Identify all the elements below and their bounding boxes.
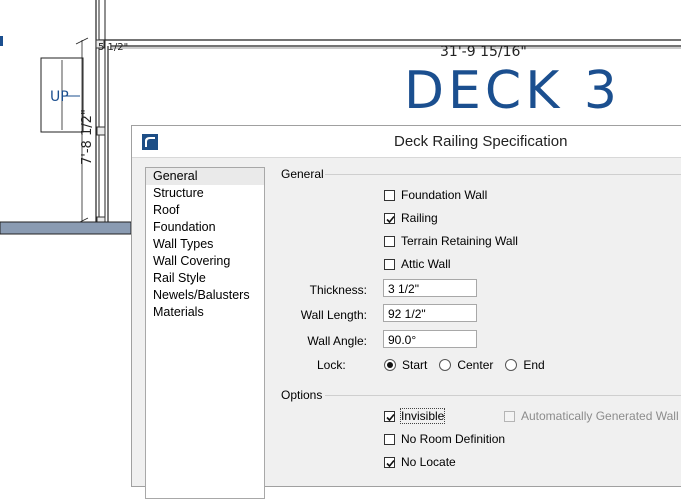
app-logo-icon (142, 134, 158, 150)
wall-angle-label: Wall Angle: (307, 334, 367, 348)
sidebar-item-general[interactable]: General (146, 168, 264, 185)
dialog-title: Deck Railing Specification (394, 133, 568, 150)
no-room-definition-label: No Room Definition (401, 432, 506, 446)
no-locate-checkbox[interactable] (384, 456, 395, 468)
invisible-checkbox-row[interactable]: Invisible (384, 408, 446, 424)
small-dimension-text: 5 1/2" (98, 42, 128, 53)
wall-length-label: Wall Length: (300, 308, 367, 322)
dialog-title-bar[interactable]: Deck Railing Specification (132, 126, 681, 158)
attic-wall-checkbox[interactable] (384, 258, 395, 270)
checkmark-icon (386, 413, 395, 421)
lock-start-label: Start (402, 358, 428, 372)
floor-band (0, 221, 132, 235)
foundation-wall-checkbox-row[interactable]: Foundation Wall (384, 187, 487, 203)
checkmark-icon (386, 215, 395, 223)
options-group-label: Options (281, 388, 323, 402)
general-group-divider (325, 174, 681, 175)
wall-angle-input[interactable]: 90.0° (383, 330, 477, 348)
category-list[interactable]: General Structure Roof Foundation Wall Types… (145, 167, 265, 499)
sidebar-item-materials[interactable]: Materials (146, 304, 264, 321)
no-room-definition-checkbox-row[interactable]: No Room Definition (384, 431, 505, 447)
vertical-dimension-text: 7'-8 1/2" (80, 109, 95, 165)
wall-handle-middle[interactable] (96, 126, 106, 136)
top-dimension-text: 31'-9 15/16" (440, 44, 527, 60)
blue-mark (0, 36, 3, 46)
sidebar-item-roof[interactable]: Roof (146, 202, 264, 219)
lock-center-label: Center (457, 358, 494, 372)
options-group-divider (325, 395, 681, 396)
lock-label: Lock: (317, 358, 346, 372)
no-room-definition-checkbox[interactable] (384, 433, 395, 445)
thickness-input[interactable]: 3 1/2" (383, 279, 477, 297)
deck-railing-dialog: Deck Railing Specification General Struct… (131, 125, 681, 499)
railing-label: Railing (401, 211, 438, 225)
sidebar-item-newels-balusters[interactable]: Newels/Balusters (146, 287, 264, 304)
attic-wall-checkbox-row[interactable]: Attic Wall (384, 256, 451, 272)
lock-center-radio[interactable] (439, 359, 452, 371)
auto-generated-wall-checkbox (504, 410, 515, 422)
attic-wall-label: Attic Wall (401, 257, 451, 271)
lock-start-radio[interactable] (384, 359, 396, 371)
no-locate-checkbox-row[interactable]: No Locate (384, 454, 456, 470)
wall-length-input[interactable]: 92 1/2" (383, 304, 477, 322)
general-group-label: General (281, 167, 324, 181)
auto-generated-wall-label: Automatically Generated Wall (521, 409, 679, 423)
sidebar-item-foundation[interactable]: Foundation (146, 219, 264, 236)
lock-radio-group: Start Center End (384, 357, 557, 373)
invisible-checkbox[interactable] (384, 410, 395, 422)
auto-generated-wall-checkbox-row: Automatically Generated Wall (504, 408, 679, 424)
checkmark-icon (386, 459, 395, 467)
terrain-retaining-wall-checkbox[interactable] (384, 235, 395, 247)
terrain-retaining-wall-checkbox-row[interactable]: Terrain Retaining Wall (384, 233, 518, 249)
railing-checkbox-row[interactable]: Railing (384, 210, 438, 226)
lock-end-label: End (523, 358, 545, 372)
deck-label: DECK 3 (404, 61, 621, 121)
no-locate-label: No Locate (401, 455, 456, 469)
sidebar-item-structure[interactable]: Structure (146, 185, 264, 202)
sidebar-item-wall-types[interactable]: Wall Types (146, 236, 264, 253)
sidebar-item-rail-style[interactable]: Rail Style (146, 270, 264, 287)
stair-up-label: UP (50, 89, 69, 105)
sidebar-item-wall-covering[interactable]: Wall Covering (146, 253, 264, 270)
railing-checkbox[interactable] (384, 212, 395, 224)
foundation-wall-label: Foundation Wall (401, 188, 488, 202)
thickness-label: Thickness: (309, 283, 367, 297)
invisible-label: Invisible (399, 408, 446, 424)
foundation-wall-checkbox[interactable] (384, 189, 395, 201)
lock-end-radio[interactable] (505, 359, 518, 371)
terrain-retaining-wall-label: Terrain Retaining Wall (401, 234, 518, 248)
